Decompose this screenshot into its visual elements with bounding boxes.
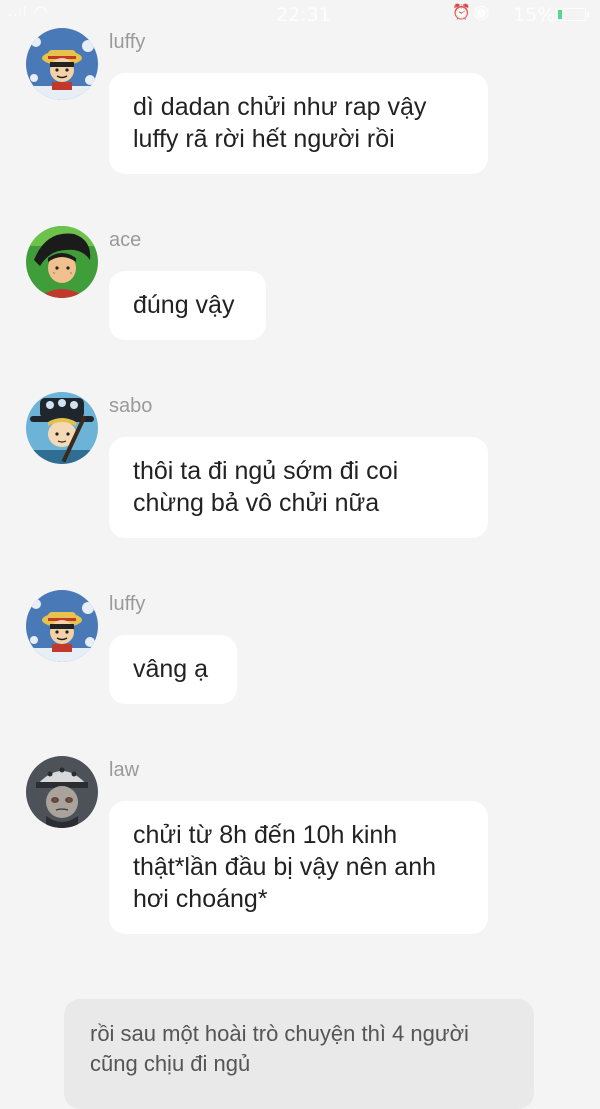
battery-icon (556, 8, 589, 21)
battery-percent: 15% (513, 4, 556, 26)
sender-name: sabo (109, 395, 153, 417)
ace-avatar[interactable] (26, 226, 98, 298)
message-bubble[interactable]: chửi từ 8h đến 10h kinh thật*lần đầu bị … (109, 801, 488, 934)
sender-name: luffy (109, 31, 146, 53)
sender-name: law (109, 759, 140, 781)
message-item: ace đúng vậy (0, 226, 600, 342)
sender-name: luffy (109, 593, 146, 615)
message-bubble[interactable]: đúng vậy (109, 271, 266, 340)
battery-level (558, 10, 562, 19)
signal-icon: ..ıl (8, 5, 28, 20)
message-item: law chửi từ 8h đến 10h kinh thật*lần đầu… (0, 756, 600, 936)
message-item: sabo thôi ta đi ngủ sớm đi coi chừng bả … (0, 392, 600, 542)
message-bubble[interactable]: thôi ta đi ngủ sớm đi coi chừng bả vô ch… (109, 437, 488, 538)
narration-bubble[interactable]: rồi sau một hoài trò chuyện thì 4 người … (64, 999, 534, 1109)
sabo-avatar[interactable] (26, 392, 98, 464)
status-bar: ..ıl ◠ 22:31 ⏰ ◉ 15% (0, 0, 600, 30)
law-avatar[interactable] (26, 756, 98, 828)
clock: 22:31 (276, 4, 331, 26)
message-bubble[interactable]: dì dadan chửi như rap vậy luffy rã rời h… (109, 73, 488, 174)
luffy-avatar[interactable] (26, 28, 98, 100)
luffy-avatar[interactable] (26, 590, 98, 662)
message-item: luffy vâng ạ (0, 590, 600, 706)
sender-name: ace (109, 229, 142, 251)
message-item: luffy dì dadan chửi như rap vậy luffy rã… (0, 28, 600, 178)
alarm-icon: ⏰ (452, 3, 471, 21)
wifi-icon: ◠ (34, 2, 48, 21)
eye-icon: ◉ (473, 1, 490, 23)
message-bubble[interactable]: vâng ạ (109, 635, 237, 704)
